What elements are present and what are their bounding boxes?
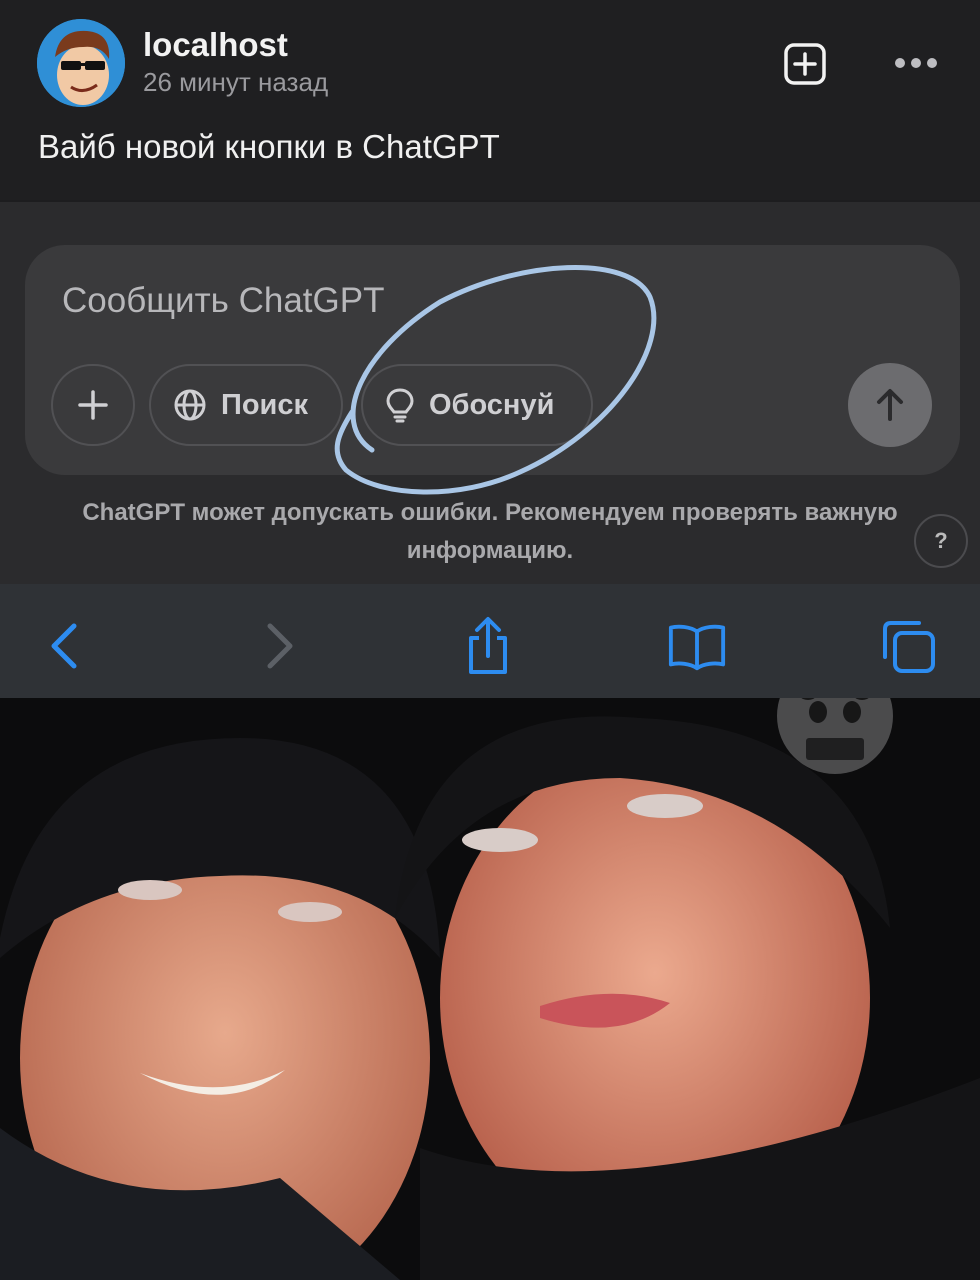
share-icon[interactable] (458, 616, 518, 676)
search-button[interactable]: Поиск (149, 364, 343, 446)
photo-of-two-people-icon[interactable] (0, 698, 980, 1280)
plus-icon (78, 390, 108, 420)
post-timestamp: 26 минут назад (143, 67, 329, 97)
post-header: localhost 26 минут назад Вайб новой кноп… (0, 0, 980, 200)
send-button[interactable] (848, 363, 932, 447)
reason-button[interactable]: Обоснуй (361, 364, 593, 446)
reason-label: Обоснуй (429, 388, 555, 421)
chevron-right-icon[interactable] (250, 616, 310, 676)
composer-placeholder[interactable]: Сообщить ChatGPT (62, 281, 384, 321)
cartoon-avatar-icon[interactable] (37, 19, 125, 107)
globe-icon (174, 389, 206, 421)
browser-toolbar (0, 584, 980, 698)
search-label: Поиск (221, 388, 309, 421)
post-text: Вайб новой кнопки в ChatGPT (38, 128, 500, 165)
plus-button[interactable] (51, 364, 135, 446)
arrow-up-icon (877, 389, 903, 421)
chatgpt-screenshot: Сообщить ChatGPT Поиск Обоснуй ChatGPT м… (0, 202, 980, 584)
chevron-left-icon[interactable] (34, 616, 94, 676)
chatgpt-composer[interactable]: Сообщить ChatGPT Поиск Обоснуй (25, 245, 960, 475)
help-button[interactable]: ? (914, 514, 968, 568)
disclaimer-text: ChatGPT может допускать ошибки. Рекоменд… (82, 499, 898, 564)
plus-square-icon[interactable] (783, 42, 827, 86)
author-name[interactable]: localhost (143, 26, 288, 64)
tabs-icon[interactable] (878, 616, 938, 676)
ellipsis-icon[interactable] (890, 48, 942, 78)
lightbulb-icon (386, 388, 414, 423)
book-icon[interactable] (667, 616, 727, 676)
